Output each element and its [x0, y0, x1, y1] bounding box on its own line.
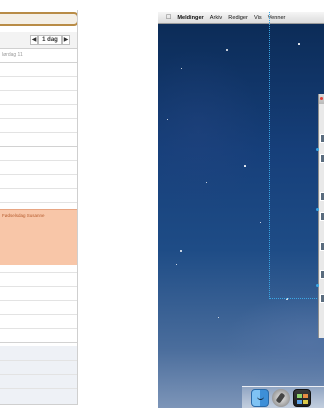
star — [260, 222, 261, 223]
menu-bar:  Meldinger Arkiv Rediger Vis Venner — [158, 12, 324, 24]
star — [181, 68, 182, 69]
star — [244, 165, 246, 167]
star — [298, 43, 300, 45]
messages-window-edge[interactable] — [318, 94, 324, 338]
star — [180, 250, 182, 252]
window-titlebar[interactable] — [319, 94, 324, 104]
hour-line — [0, 132, 77, 133]
status-dot — [316, 148, 319, 151]
previous-day-button[interactable]: ◀ — [30, 35, 38, 45]
buddy-avatar[interactable] — [320, 212, 324, 221]
buddy-avatar[interactable] — [320, 270, 324, 279]
calendar-event[interactable]: Fødselsdag Susanne — [0, 209, 77, 265]
afternoon-block — [0, 346, 77, 404]
status-dot — [316, 208, 319, 211]
callout-line — [269, 298, 319, 299]
star — [176, 264, 177, 265]
buddy-avatar[interactable] — [320, 154, 324, 163]
mission-control-icon[interactable] — [293, 389, 311, 407]
hour-line — [0, 300, 77, 301]
calendar-search-field[interactable] — [0, 12, 77, 26]
hour-line — [0, 160, 77, 161]
buddy-avatar[interactable] — [320, 294, 324, 303]
buddy-avatar[interactable] — [320, 134, 324, 143]
hour-line — [0, 62, 77, 63]
launchpad-icon[interactable] — [272, 389, 290, 407]
day-view-label[interactable]: 1 dag — [38, 35, 62, 45]
hour-line — [0, 146, 77, 147]
hour-line — [0, 188, 77, 189]
hour-line — [0, 174, 77, 175]
star — [206, 182, 207, 183]
hour-line — [0, 272, 77, 273]
star — [226, 49, 228, 51]
all-day-header: lørdag 11 — [2, 52, 23, 58]
menu-item-arkiv[interactable]: Arkiv — [210, 13, 222, 24]
hour-line — [0, 90, 77, 91]
calendar-window: ◀ 1 dag ▶ lørdag 11 Fødselsdag Susanne — [0, 10, 78, 405]
hour-line — [0, 286, 77, 287]
callout-line — [269, 12, 270, 299]
hour-line — [0, 388, 77, 389]
next-day-button[interactable]: ▶ — [62, 35, 70, 45]
desktop:  Meldinger Arkiv Rediger Vis Venner — [158, 12, 324, 408]
hour-line — [0, 374, 77, 375]
menu-app-name[interactable]: Meldinger — [177, 13, 203, 24]
calendar-toolbar: ◀ 1 dag ▶ — [0, 32, 77, 49]
menu-item-vis[interactable]: Vis — [254, 13, 262, 24]
status-dot — [316, 284, 319, 287]
event-title: Fødselsdag Susanne — [2, 213, 45, 218]
hour-line — [0, 342, 77, 343]
hour-line — [0, 360, 77, 361]
apple-menu-icon[interactable]:  — [166, 12, 171, 23]
menu-item-rediger[interactable]: Rediger — [228, 13, 248, 24]
hour-line — [0, 202, 77, 203]
hour-line — [0, 104, 77, 105]
menu-item-venner[interactable]: Venner — [268, 13, 286, 24]
star — [218, 317, 219, 318]
hour-line — [0, 76, 77, 77]
hour-line — [0, 314, 77, 315]
hour-line — [0, 118, 77, 119]
close-button[interactable] — [320, 97, 323, 100]
dock — [242, 386, 324, 408]
buddy-avatar[interactable] — [320, 242, 324, 251]
star — [167, 119, 168, 120]
buddy-avatar[interactable] — [320, 192, 324, 201]
hour-line — [0, 328, 77, 329]
finder-icon[interactable] — [251, 389, 269, 407]
